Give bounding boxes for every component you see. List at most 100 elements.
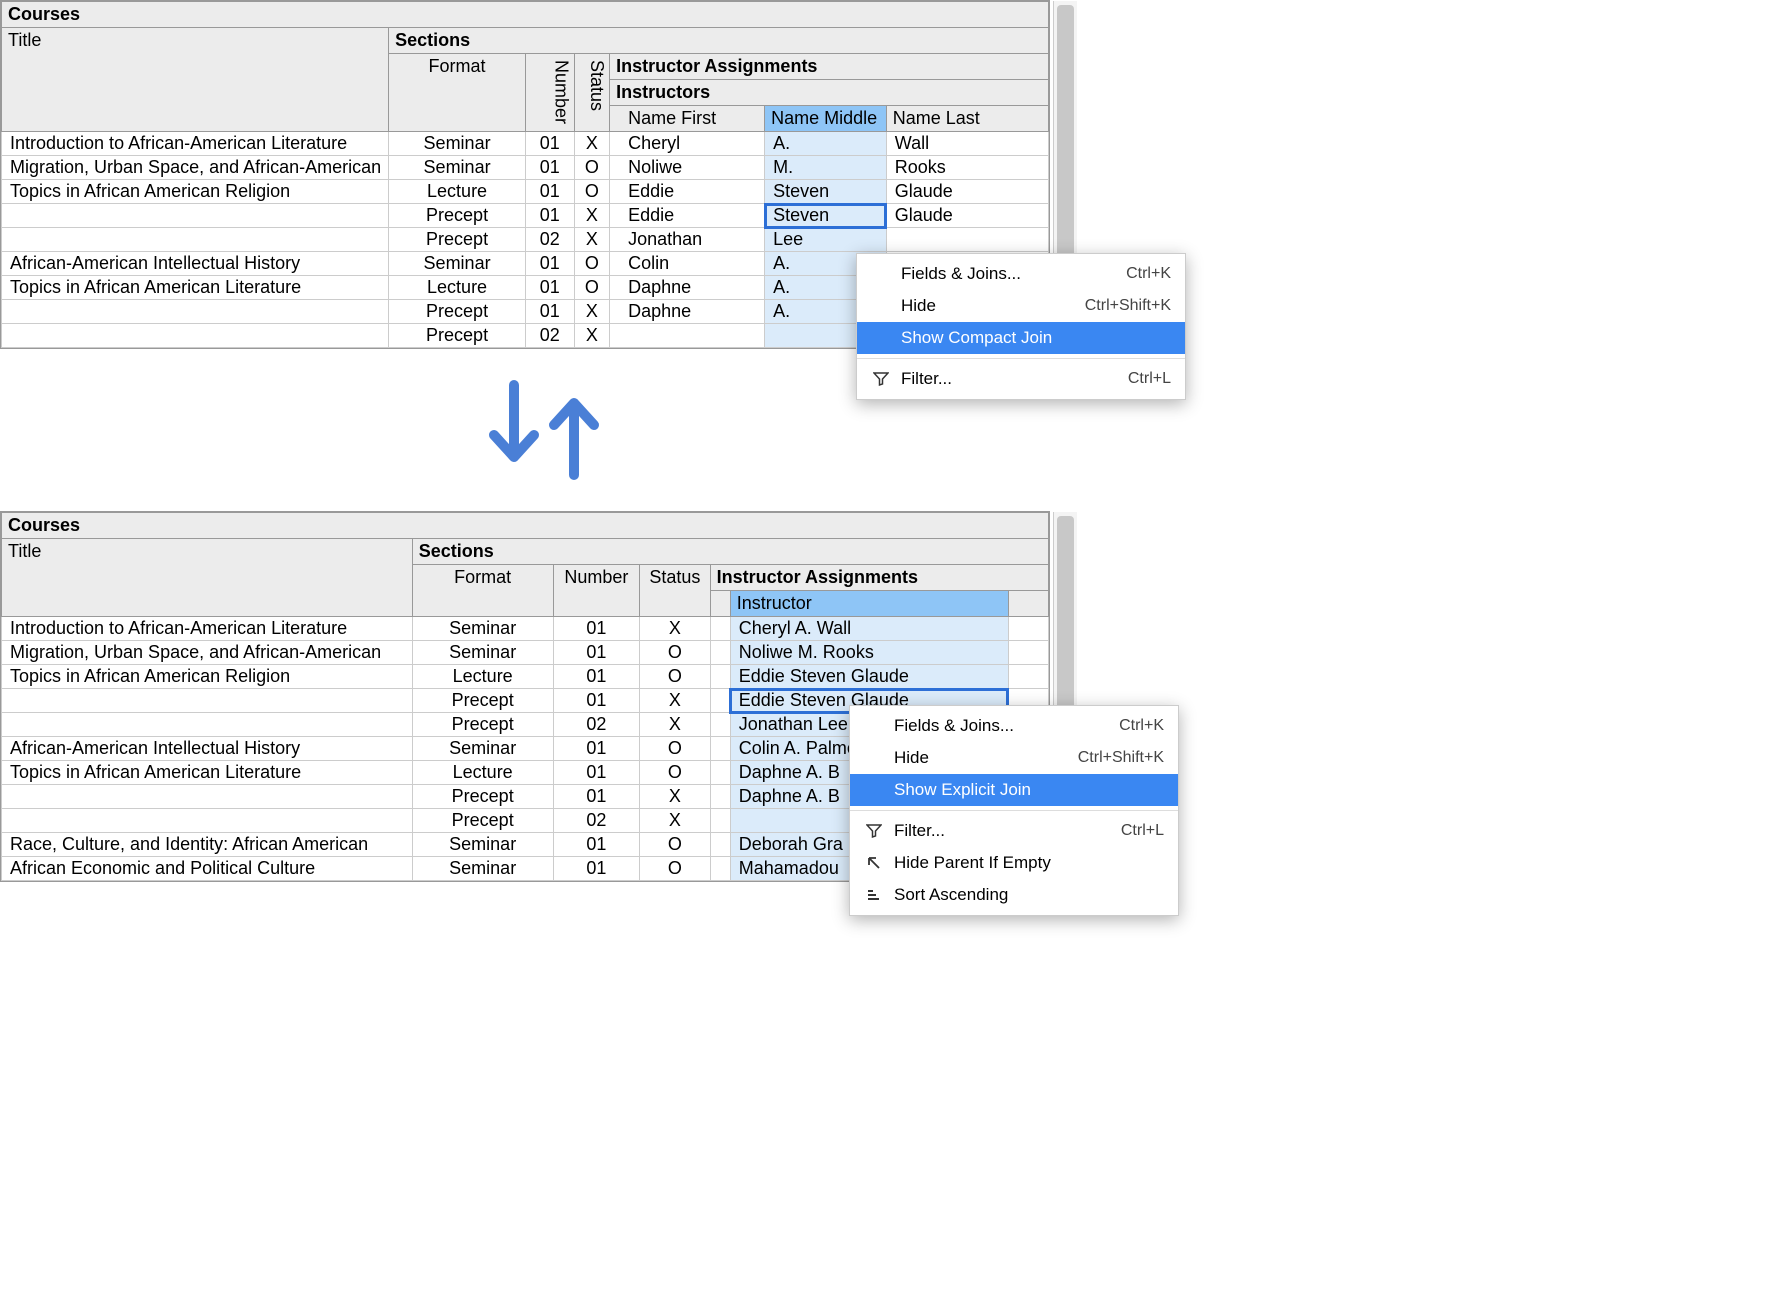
- cell[interactable]: Wall: [886, 132, 1048, 156]
- cell[interactable]: Precept: [389, 228, 526, 252]
- cell[interactable]: Topics in African American Literature: [2, 761, 413, 785]
- cell[interactable]: [710, 857, 730, 881]
- cell[interactable]: [610, 324, 765, 348]
- menu-show-explicit-join[interactable]: Show Explicit Join: [850, 774, 1178, 806]
- table-row[interactable]: Precept02XJonathanLee: [2, 228, 1049, 252]
- cell[interactable]: Precept: [412, 713, 553, 737]
- cell[interactable]: [1008, 617, 1048, 641]
- cell[interactable]: [2, 204, 389, 228]
- cell[interactable]: [2, 785, 413, 809]
- cell[interactable]: Precept: [412, 689, 553, 713]
- cell[interactable]: X: [640, 617, 710, 641]
- menu-sort-ascending[interactable]: Sort Ascending: [850, 879, 1178, 911]
- menu-show-compact-join[interactable]: Show Compact Join: [857, 322, 1185, 354]
- cell[interactable]: Cheryl: [610, 132, 765, 156]
- cell[interactable]: 01: [553, 761, 640, 785]
- cell[interactable]: Precept: [389, 300, 526, 324]
- cell[interactable]: Daphne: [610, 300, 765, 324]
- header-status[interactable]: Status: [574, 54, 609, 132]
- cell[interactable]: 02: [525, 324, 574, 348]
- header-format[interactable]: Format: [389, 54, 526, 132]
- cell[interactable]: Seminar: [412, 617, 553, 641]
- cell[interactable]: X: [574, 228, 609, 252]
- cell[interactable]: African-American Intellectual History: [2, 737, 413, 761]
- cell[interactable]: Seminar: [412, 857, 553, 881]
- cell[interactable]: [886, 228, 1048, 252]
- cell[interactable]: X: [640, 713, 710, 737]
- cell[interactable]: M.: [765, 156, 887, 180]
- header-status[interactable]: Status: [640, 565, 710, 617]
- cell[interactable]: O: [640, 665, 710, 689]
- cell[interactable]: Cheryl A. Wall: [730, 617, 1008, 641]
- cell[interactable]: Topics in African American Literature: [2, 276, 389, 300]
- cell[interactable]: Seminar: [412, 737, 553, 761]
- cell[interactable]: A.: [765, 132, 887, 156]
- header-courses[interactable]: Courses: [2, 2, 1049, 28]
- cell[interactable]: 01: [553, 833, 640, 857]
- header-title[interactable]: Title: [2, 28, 389, 132]
- header-format[interactable]: Format: [412, 565, 553, 617]
- table-row[interactable]: Migration, Urban Space, and African-Amer…: [2, 641, 1049, 665]
- cell[interactable]: 01: [525, 132, 574, 156]
- cell[interactable]: [2, 713, 413, 737]
- header-instructor[interactable]: Instructor: [730, 591, 1008, 617]
- cell[interactable]: Topics in African American Religion: [2, 665, 413, 689]
- cell[interactable]: Precept: [412, 785, 553, 809]
- cell[interactable]: O: [574, 180, 609, 204]
- header-instructor-assignments[interactable]: Instructor Assignments: [610, 54, 1049, 80]
- header-sections[interactable]: Sections: [412, 539, 1048, 565]
- cell[interactable]: 01: [525, 276, 574, 300]
- cell[interactable]: [710, 833, 730, 857]
- cell[interactable]: 01: [525, 300, 574, 324]
- cell[interactable]: Seminar: [412, 641, 553, 665]
- table-row[interactable]: Precept01XEddieStevenGlaude: [2, 204, 1049, 228]
- cell[interactable]: Precept: [412, 809, 553, 833]
- cell[interactable]: 01: [525, 156, 574, 180]
- cell[interactable]: O: [640, 857, 710, 881]
- cell[interactable]: X: [574, 132, 609, 156]
- cell[interactable]: Jonathan: [610, 228, 765, 252]
- menu-hide[interactable]: Hide Ctrl+Shift+K: [857, 290, 1185, 322]
- header-courses[interactable]: Courses: [2, 513, 1049, 539]
- cell[interactable]: Eddie: [610, 180, 765, 204]
- courses-table-explicit[interactable]: Courses Title Sections Format Number Sta…: [0, 0, 1050, 349]
- cell[interactable]: African Economic and Political Culture: [2, 857, 413, 881]
- cell[interactable]: [2, 689, 413, 713]
- cell[interactable]: [2, 228, 389, 252]
- cell[interactable]: 01: [525, 252, 574, 276]
- cell[interactable]: 02: [553, 809, 640, 833]
- cell[interactable]: [2, 300, 389, 324]
- cell[interactable]: O: [640, 833, 710, 857]
- cell[interactable]: [710, 689, 730, 713]
- table-row[interactable]: Migration, Urban Space, and African-Amer…: [2, 156, 1049, 180]
- cell[interactable]: Steven: [765, 180, 887, 204]
- cell[interactable]: X: [574, 300, 609, 324]
- cell[interactable]: Eddie Steven Glaude: [730, 665, 1008, 689]
- cell[interactable]: Migration, Urban Space, and African-Amer…: [2, 156, 389, 180]
- cell[interactable]: Noliwe: [610, 156, 765, 180]
- cell[interactable]: Glaude: [886, 180, 1048, 204]
- cell[interactable]: [710, 785, 730, 809]
- table-row[interactable]: Introduction to African-American Literat…: [2, 617, 1049, 641]
- cell[interactable]: 01: [525, 180, 574, 204]
- cell[interactable]: [710, 809, 730, 833]
- cell[interactable]: Migration, Urban Space, and African-Amer…: [2, 641, 413, 665]
- cell[interactable]: O: [574, 252, 609, 276]
- cell[interactable]: X: [640, 785, 710, 809]
- cell[interactable]: Lecture: [412, 665, 553, 689]
- cell[interactable]: 01: [553, 737, 640, 761]
- table-row[interactable]: Topics in African American ReligionLectu…: [2, 180, 1049, 204]
- cell[interactable]: X: [640, 689, 710, 713]
- table-row[interactable]: Introduction to African-American Literat…: [2, 132, 1049, 156]
- courses-table-compact[interactable]: Courses Title Sections Format Number Sta…: [0, 511, 1050, 882]
- cell[interactable]: Seminar: [389, 156, 526, 180]
- header-title[interactable]: Title: [2, 539, 413, 617]
- cell[interactable]: Lee: [765, 228, 887, 252]
- cell[interactable]: O: [640, 761, 710, 785]
- header-sections[interactable]: Sections: [389, 28, 1049, 54]
- cell[interactable]: Lecture: [389, 180, 526, 204]
- cell[interactable]: 01: [553, 689, 640, 713]
- cell[interactable]: Precept: [389, 324, 526, 348]
- header-instructors[interactable]: Instructors: [610, 80, 1049, 106]
- menu-fields-joins[interactable]: Fields & Joins... Ctrl+K: [850, 710, 1178, 742]
